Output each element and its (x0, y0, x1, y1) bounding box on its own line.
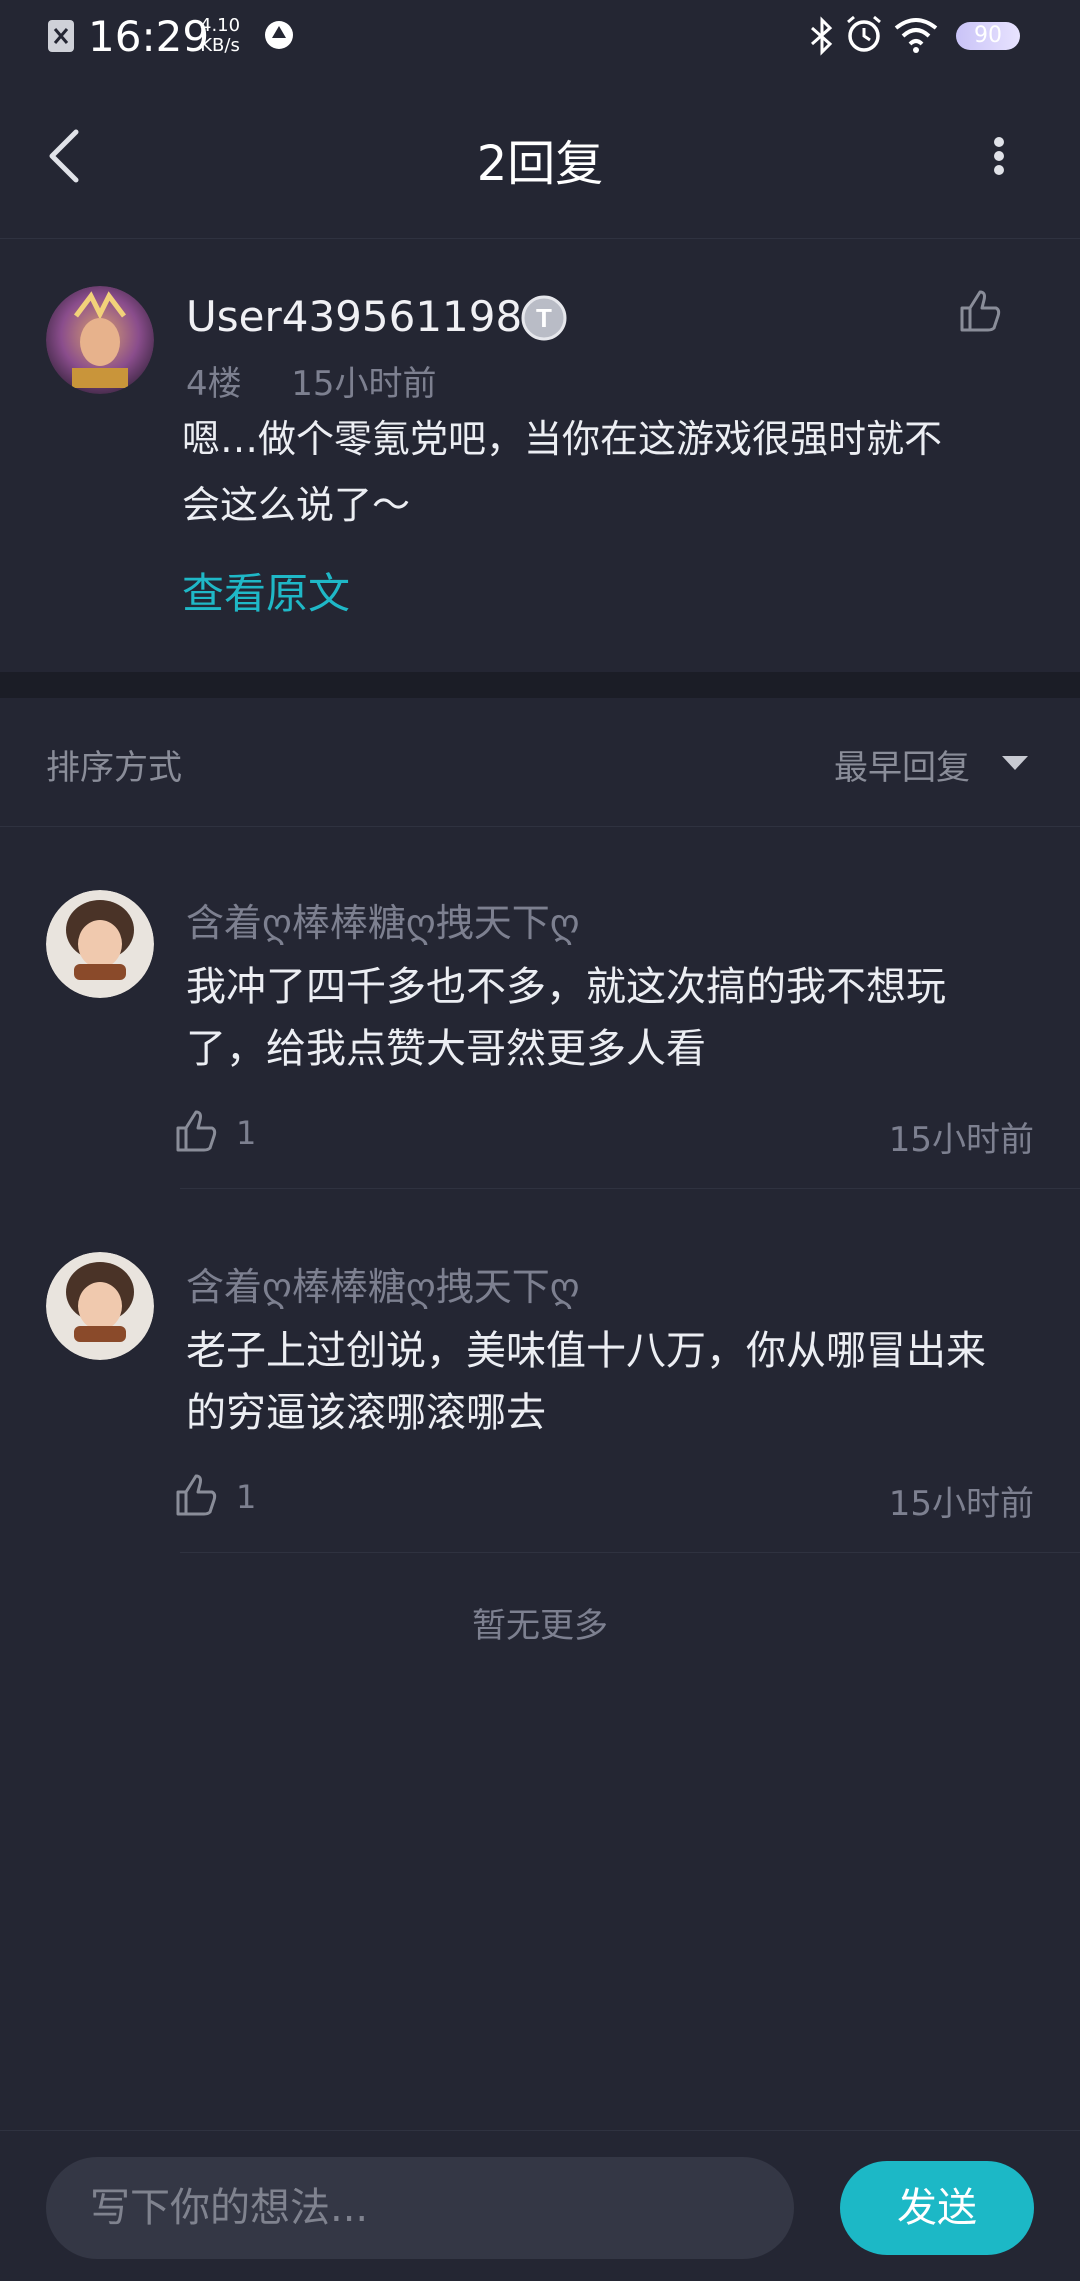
post-text-line: 嗯…做个零氪党吧，当你在这游戏很强时就不 (182, 417, 943, 461)
page-title: 2回复 (476, 136, 604, 192)
post-body: 嗯…做个零氪党吧，当你在这游戏很强时就不 会这么说了～ (182, 406, 1042, 538)
more-options-icon[interactable] (984, 136, 1014, 176)
sort-label: 排序方式 (46, 748, 182, 788)
reply-like-count: 1 (236, 1478, 257, 1516)
reply-text-line: 老子上过创说，美味值十八万，你从哪冒出来 (186, 1328, 986, 1374)
view-original-link[interactable]: 查看原文 (182, 560, 350, 621)
network-speed: 4.10 KB/s (200, 16, 240, 56)
speed-unit: KB/s (200, 35, 240, 56)
reply-username[interactable]: 含着ღ棒棒糖ღ拽天下ღ (186, 892, 580, 947)
alarm-icon (847, 15, 881, 52)
post-avatar[interactable] (46, 286, 154, 394)
comment-composer: 发送 (0, 2130, 1080, 2281)
post-username[interactable]: User439561198 (186, 292, 522, 341)
reply-text-line: 的穷逼该滚哪滚哪去 (186, 1390, 546, 1436)
reply-body: 老子上过创说，美味值十八万，你从哪冒出来 的穷逼该滚哪滚哪去 (186, 1320, 1056, 1444)
reply-like-count: 1 (236, 1114, 257, 1152)
reply-avatar[interactable] (46, 890, 154, 998)
svg-text:T: T (536, 303, 552, 333)
comment-input[interactable] (46, 2157, 794, 2259)
speed-value: 4.10 (200, 15, 241, 36)
status-bar: 16:29 4.10 KB/s 90 (0, 0, 1080, 74)
post-like-icon[interactable] (956, 286, 1004, 334)
reply-username[interactable]: 含着ღ棒棒糖ღ拽天下ღ (186, 1256, 580, 1311)
sim-off-icon (48, 20, 74, 52)
app-header: 2回复 (0, 74, 1080, 239)
post-text-line: 会这么说了～ (182, 483, 411, 527)
reply-text-line: 了，给我点赞大哥然更多人看 (186, 1026, 706, 1072)
sort-dropdown[interactable]: 最早回复 (834, 740, 970, 789)
reply-like-icon[interactable] (172, 1470, 220, 1518)
vpn-icon (265, 21, 293, 49)
post-time: 15小时前 (291, 364, 437, 404)
status-time: 16:29 (88, 12, 210, 61)
reply-text-line: 我冲了四千多也不多，就这次搞的我不想玩 (186, 964, 946, 1010)
reply-time: 15小时前 (888, 1484, 1034, 1524)
post-meta: 4楼 15小时前 (186, 356, 437, 405)
user-badge-icon: T (521, 295, 567, 341)
reply-body: 我冲了四千多也不多，就这次搞的我不想玩 了，给我点赞大哥然更多人看 (186, 956, 1046, 1080)
wifi-icon (894, 18, 938, 53)
reply-separator (180, 1188, 1080, 1189)
battery-indicator: 90 (956, 22, 1020, 50)
caret-down-icon[interactable] (1002, 756, 1028, 770)
post-floor: 4楼 (186, 364, 242, 404)
reply-separator (180, 1552, 1080, 1553)
send-button[interactable]: 发送 (840, 2161, 1034, 2255)
reply-like-icon[interactable] (172, 1106, 220, 1154)
reply-avatar[interactable] (46, 1252, 154, 1360)
no-more-text: 暂无更多 (472, 1606, 608, 1646)
bluetooth-icon (811, 16, 833, 56)
sort-bar: 排序方式 最早回复 (0, 698, 1080, 827)
reply-time: 15小时前 (888, 1120, 1034, 1160)
section-divider (0, 672, 1080, 698)
